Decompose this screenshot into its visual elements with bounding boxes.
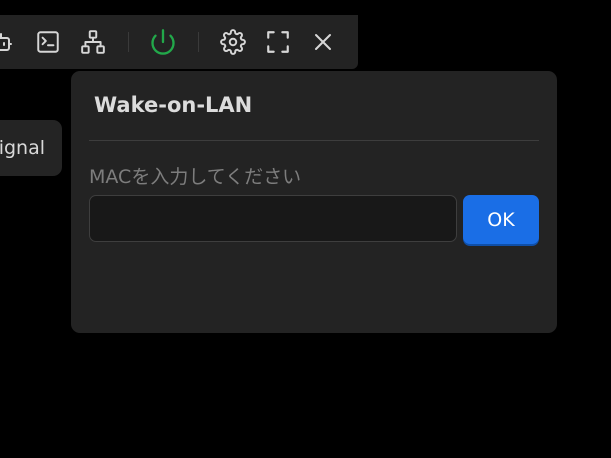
network-icon [81, 30, 105, 54]
robot-button[interactable] [0, 27, 16, 57]
terminal-button[interactable] [33, 27, 63, 57]
settings-button[interactable] [218, 27, 248, 57]
close-icon [315, 34, 331, 50]
wake-on-lan-popup: Wake-on-LAN MACを入力してください OK [71, 71, 557, 333]
signal-chip[interactable]: ignal [0, 120, 62, 176]
terminal-icon [37, 31, 59, 53]
power-button[interactable] [148, 27, 178, 57]
ok-button[interactable]: OK [463, 195, 539, 244]
robot-icon [0, 33, 12, 51]
gear-icon [220, 29, 246, 55]
popup-divider [89, 140, 539, 141]
fullscreen-icon [267, 31, 289, 53]
close-button[interactable] [308, 27, 338, 57]
network-button[interactable] [78, 27, 108, 57]
toolbar-divider [128, 32, 129, 52]
mac-label: MACを入力してください [89, 166, 302, 188]
fullscreen-button[interactable] [263, 27, 293, 57]
power-icon [151, 29, 175, 55]
toolbar [0, 15, 358, 69]
mac-input[interactable] [89, 195, 457, 242]
popup-title: Wake-on-LAN [94, 93, 253, 117]
toolbar-divider [198, 32, 199, 52]
